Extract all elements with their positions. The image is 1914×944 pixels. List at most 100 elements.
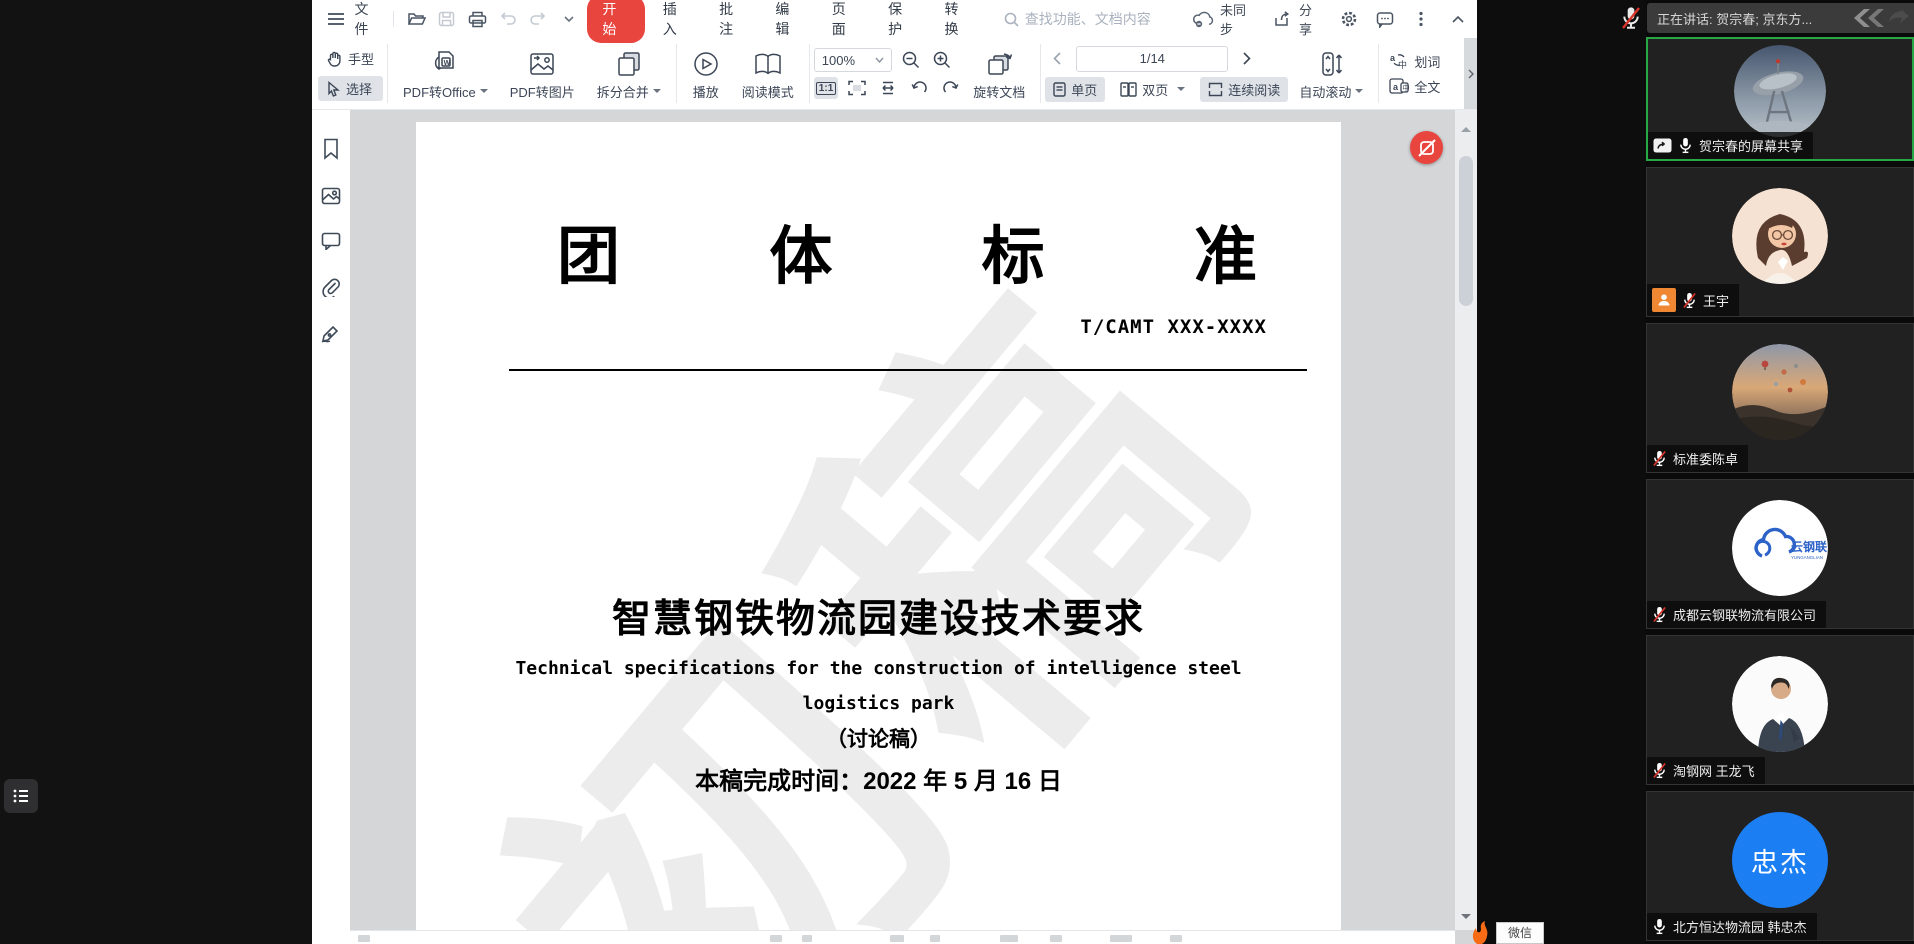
- word-translate-button[interactable]: a 中 划词: [1389, 52, 1453, 71]
- participant-name: 贺宗春的屏幕共享: [1699, 136, 1803, 155]
- comment-bubble-icon[interactable]: [321, 232, 341, 250]
- tab-protect[interactable]: 保护: [877, 0, 926, 39]
- page-indicator-input[interactable]: 1/14: [1076, 46, 1228, 72]
- tab-insert[interactable]: 插入: [652, 0, 701, 39]
- undo-icon[interactable]: [496, 7, 519, 31]
- wechat-taskbar-hint: 微信: [1496, 922, 1544, 944]
- participant-tile[interactable]: 云钢联 YUNGANGLIAN 成都云钢联物流有限公司: [1646, 479, 1914, 629]
- continuous-icon: [1208, 82, 1223, 97]
- read-mode-button[interactable]: 阅读模式: [731, 47, 805, 101]
- search-icon: [1004, 12, 1019, 27]
- double-page-icon: [1120, 82, 1137, 97]
- zoom-out-button[interactable]: [899, 49, 923, 71]
- search-input[interactable]: [1025, 11, 1185, 27]
- pdf-page: 初稿 团 体 标 准 T/CAMT XXX-XXXX 智慧钢铁物流园建设技术要求…: [416, 122, 1341, 944]
- businessman-avatar: [1732, 656, 1828, 752]
- tab-annotate[interactable]: 批注: [708, 0, 757, 39]
- image-icon[interactable]: [321, 187, 341, 205]
- zoom-level-select[interactable]: 100%: [814, 48, 892, 72]
- vertical-scrollbar[interactable]: [1455, 110, 1477, 930]
- hamburger-menu-icon[interactable]: [324, 7, 347, 31]
- rotate-document-icon: [984, 50, 1014, 78]
- presenter-badge: [1652, 288, 1676, 312]
- flame-app-icon[interactable]: [1467, 920, 1491, 944]
- open-folder-icon[interactable]: [405, 7, 428, 31]
- tab-edit[interactable]: 编辑: [764, 0, 813, 39]
- scroll-up-arrow[interactable]: [1461, 122, 1471, 132]
- tab-convert[interactable]: 转换: [933, 0, 982, 39]
- list-icon: [11, 786, 31, 806]
- participant-tile[interactable]: 标准委陈卓: [1646, 323, 1914, 473]
- play-button[interactable]: 播放: [681, 47, 731, 101]
- screen-share-icon: [1653, 138, 1672, 153]
- more-options-icon[interactable]: [1410, 7, 1433, 31]
- double-page-button[interactable]: 双页: [1112, 77, 1193, 102]
- illustrated-woman-avatar: [1732, 188, 1828, 284]
- fit-width-button[interactable]: [876, 77, 900, 99]
- participant-list: 贺宗春的屏幕共享: [1646, 37, 1914, 941]
- document-title-en-line2: logistics park: [416, 693, 1341, 714]
- split-merge-button[interactable]: 拆分合并: [586, 47, 672, 101]
- mic-on-icon: [1652, 918, 1667, 935]
- caret-down: [480, 89, 488, 97]
- select-tool-button[interactable]: 选择: [318, 76, 383, 101]
- mic-muted-icon: [1652, 762, 1667, 779]
- tab-home[interactable]: 开始: [587, 0, 644, 43]
- panel-expander[interactable]: [1464, 38, 1477, 109]
- rotate-right-button[interactable]: [938, 77, 962, 99]
- caret-down: [1177, 87, 1185, 95]
- participant-tile[interactable]: 淘钢网 王龙飞: [1646, 635, 1914, 785]
- signature-pen-icon[interactable]: [320, 324, 342, 344]
- caret-down: [1355, 89, 1363, 97]
- standard-number: T/CAMT XXX-XXXX: [1080, 316, 1267, 338]
- split-merge-icon: [615, 50, 643, 78]
- mic-on-icon: [1678, 137, 1693, 154]
- pdf-to-image-button[interactable]: PDF转图片: [499, 47, 586, 101]
- meeting-app-logo-decoration[interactable]: [1848, 7, 1910, 29]
- document-title-cn: 智慧钢铁物流园建设技术要求: [416, 588, 1341, 644]
- share-icon[interactable]: [1271, 7, 1294, 31]
- share-label[interactable]: 分享: [1299, 0, 1324, 38]
- paperclip-icon[interactable]: [321, 277, 341, 297]
- gear-icon[interactable]: [1337, 7, 1360, 31]
- participant-tile[interactable]: 贺宗春的屏幕共享: [1646, 37, 1914, 161]
- single-page-button[interactable]: 单页: [1045, 77, 1105, 102]
- word-translate-icon: a 中: [1389, 52, 1409, 70]
- rotate-document-button[interactable]: 旋转文档: [962, 47, 1036, 101]
- comment-icon[interactable]: [1373, 7, 1396, 31]
- collapse-ribbon-icon[interactable]: [1446, 7, 1469, 31]
- participant-tile[interactable]: 王宇: [1646, 167, 1914, 317]
- document-canvas[interactable]: 初稿 团 体 标 准 T/CAMT XXX-XXXX 智慧钢铁物流园建设技术要求…: [350, 110, 1477, 944]
- pdf-to-office-button[interactable]: W PDF转Office: [392, 47, 499, 101]
- rotate-left-button[interactable]: [907, 77, 931, 99]
- tab-page[interactable]: 页面: [821, 0, 870, 39]
- continuous-reading-button[interactable]: 连续阅读: [1200, 77, 1288, 102]
- pdf-to-office-icon: W: [429, 48, 461, 78]
- hand-icon: [327, 51, 342, 67]
- desktop-left-strip: [0, 0, 312, 944]
- fit-page-button[interactable]: [845, 77, 869, 99]
- print-icon[interactable]: [466, 7, 489, 31]
- previous-page-button[interactable]: [1045, 48, 1069, 70]
- bookmark-icon[interactable]: [322, 138, 340, 160]
- participant-tile[interactable]: 忠杰 北方恒达物流园 韩忠杰: [1646, 791, 1914, 941]
- file-menu[interactable]: 文件: [354, 0, 381, 39]
- company-logo-avatar: 云钢联 YUNGANGLIAN: [1732, 500, 1828, 596]
- book-icon: [753, 52, 783, 78]
- save-icon[interactable]: [435, 7, 458, 31]
- cloud-sync-icon[interactable]: [1192, 7, 1215, 31]
- redo-icon[interactable]: [527, 7, 550, 31]
- taskbar-list-widget-button[interactable]: [4, 779, 38, 813]
- chevron-down-icon[interactable]: [557, 7, 580, 31]
- completion-date: 本稿完成时间：2022 年 5 月 16 日: [416, 761, 1341, 796]
- next-page-button[interactable]: [1235, 48, 1259, 70]
- muted-mic-icon: [1620, 6, 1642, 30]
- zoom-in-button[interactable]: [930, 49, 954, 71]
- scrollbar-thumb[interactable]: [1459, 156, 1473, 306]
- search-box[interactable]: [1004, 11, 1185, 27]
- full-translate-button[interactable]: a 中 全文: [1389, 77, 1453, 96]
- hand-tool-button[interactable]: 手型: [318, 46, 383, 71]
- edit-disabled-badge[interactable]: [1410, 131, 1443, 164]
- auto-scroll-button[interactable]: 自动滚动: [1288, 47, 1374, 101]
- actual-size-button[interactable]: 1:1: [814, 77, 838, 99]
